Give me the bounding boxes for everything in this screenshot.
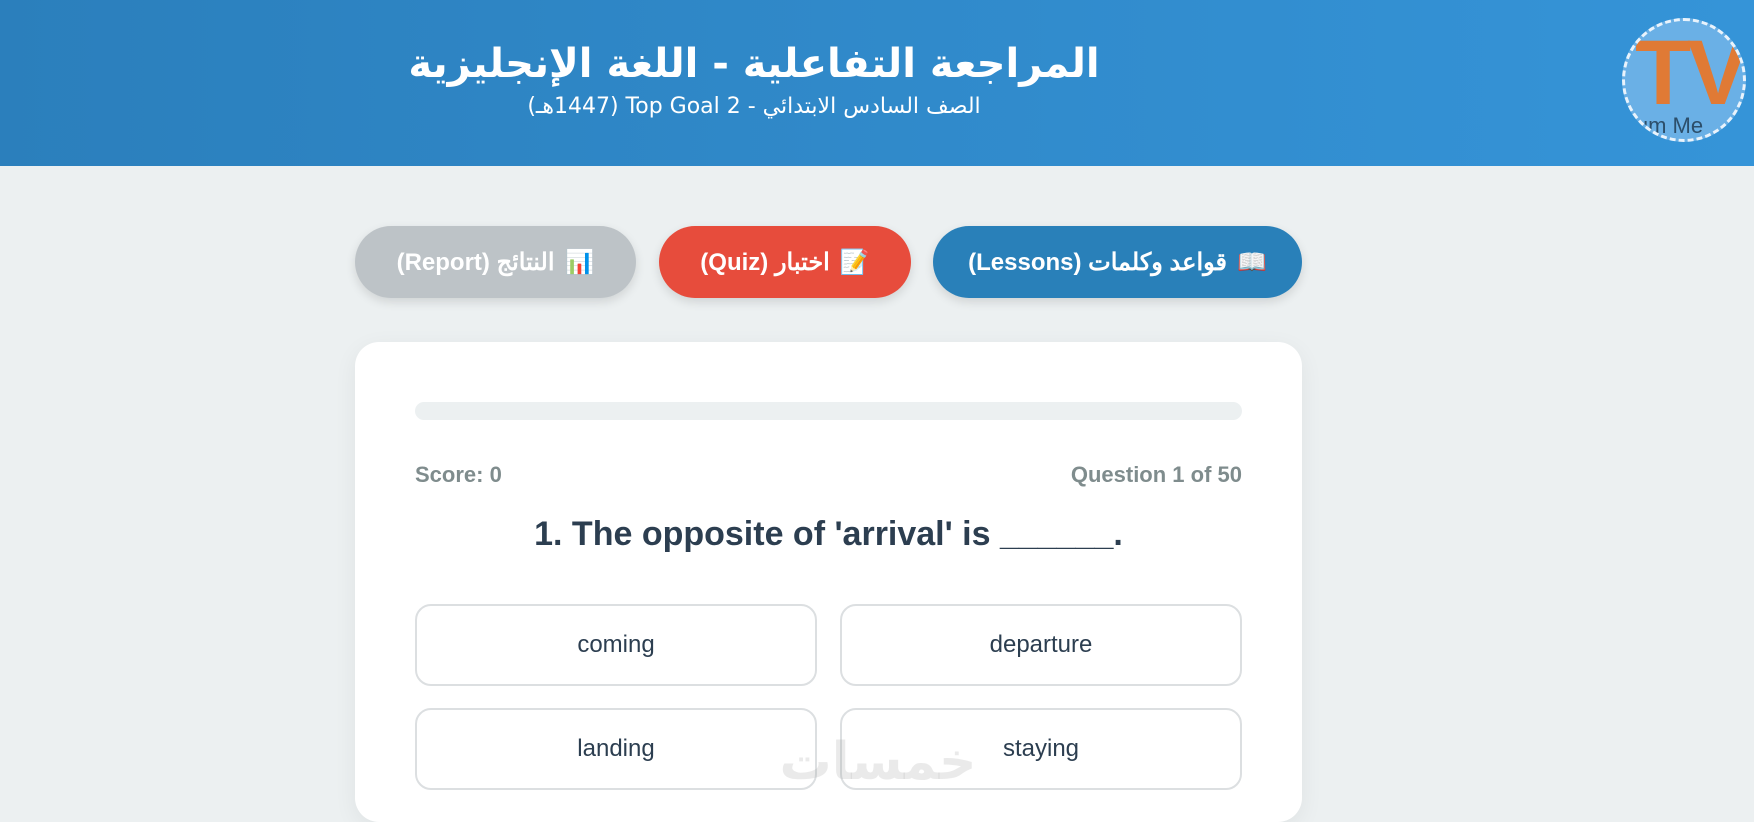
progress-bar: [415, 402, 1242, 420]
report-button[interactable]: 📊 النتائج (Report): [355, 226, 636, 298]
logo-caption: ium Me: [1631, 113, 1704, 138]
lessons-button-label: قواعد وكلمات (Lessons): [968, 248, 1228, 276]
bar-chart-icon: 📊: [564, 248, 595, 276]
report-button-label: النتائج (Report): [396, 248, 555, 276]
quiz-card: Score: 0 Question 1 of 50 1. The opposit…: [355, 342, 1302, 822]
answer-option[interactable]: landing: [415, 708, 817, 790]
page-title: المراجعة التفاعلية - اللغة الإنجليزية: [408, 41, 1100, 87]
lessons-button[interactable]: 📖 قواعد وكلمات (Lessons): [933, 226, 1302, 298]
memo-icon: 📝: [839, 248, 870, 276]
quiz-button-label: اختبار (Quiz): [700, 248, 830, 276]
header-text: المراجعة التفاعلية - اللغة الإنجليزية ال…: [300, 38, 1208, 122]
quiz-button[interactable]: 📝 اختبار (Quiz): [659, 226, 911, 298]
question-text: 1. The opposite of 'arrival' is ______.: [534, 515, 1123, 553]
answer-option[interactable]: departure: [840, 604, 1242, 686]
page-header: المراجعة التفاعلية - اللغة الإنجليزية ال…: [0, 0, 1754, 166]
score-label: Score: 0: [415, 462, 502, 487]
open-book-icon: 📖: [1237, 248, 1267, 276]
answer-option[interactable]: staying: [840, 708, 1242, 790]
answer-option[interactable]: coming: [415, 604, 817, 686]
page-subtitle: الصف السادس الابتدائي - Top Goal 2 (1447…: [527, 94, 981, 119]
question-counter: Question 1 of 50: [1070, 462, 1242, 487]
logo-letters: TV: [1635, 22, 1745, 124]
channel-logo: TV ium Me: [1622, 18, 1746, 142]
